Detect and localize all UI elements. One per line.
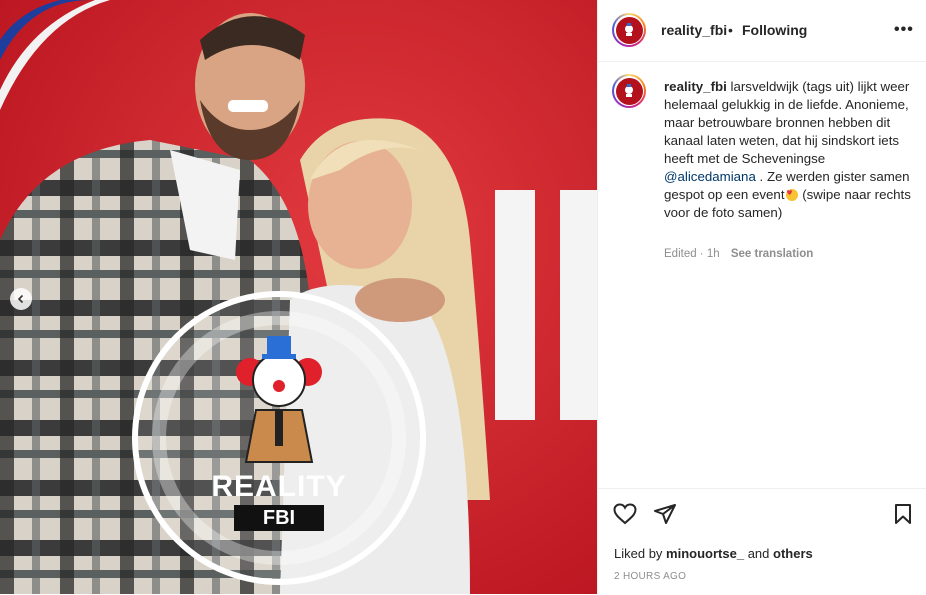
caption-avatar[interactable] [612, 74, 646, 108]
post-actions: Liked by minouortse_ and others 2 HOURS … [598, 488, 926, 595]
heart-face-emoji-icon [785, 189, 798, 201]
liked-by-others-link[interactable]: others [773, 546, 813, 561]
author-avatar[interactable] [612, 13, 646, 47]
post-header: reality_fbi • Following ••• [598, 0, 926, 62]
heart-outline-icon [613, 503, 637, 525]
watermark-subtitle: FBI [234, 505, 324, 531]
liked-by: Liked by minouortse_ and others [614, 546, 813, 561]
separator-dot: • [728, 22, 733, 38]
reality-fbi-logo-icon [625, 84, 633, 97]
liked-by-user-link[interactable]: minouortse_ [666, 546, 744, 561]
following-button[interactable]: Following [742, 22, 807, 38]
liked-by-and: and [747, 546, 770, 561]
post-photo: REALITY FBI [0, 0, 597, 594]
post-timestamp[interactable]: 2 HOURS AGO [614, 571, 686, 582]
reality-fbi-logo-icon [625, 23, 633, 36]
caption-mention-link[interactable]: @alicedamiana [664, 169, 756, 184]
paper-plane-icon [654, 504, 676, 524]
post-side-panel: reality_fbi • Following ••• reality_fbi … [597, 0, 926, 594]
edited-time: Edited · 1h [664, 248, 720, 260]
author-username[interactable]: reality_fbi [661, 22, 727, 38]
share-button[interactable] [653, 503, 677, 530]
previous-photo-button[interactable] [10, 288, 32, 310]
save-button[interactable] [894, 503, 912, 530]
chevron-left-icon [17, 294, 24, 304]
liked-by-prefix: Liked by [614, 546, 663, 561]
caption-meta: Edited · 1h See translation [664, 248, 813, 260]
bookmark-icon [895, 504, 911, 524]
post-caption: reality_fbi larsveldwijk (tags uit) lijk… [664, 78, 914, 222]
caption-username[interactable]: reality_fbi [664, 79, 727, 94]
watermark-title: REALITY [211, 470, 347, 503]
more-options-button[interactable]: ••• [894, 21, 914, 39]
like-button[interactable] [613, 503, 637, 530]
see-translation-link[interactable]: See translation [731, 248, 813, 260]
